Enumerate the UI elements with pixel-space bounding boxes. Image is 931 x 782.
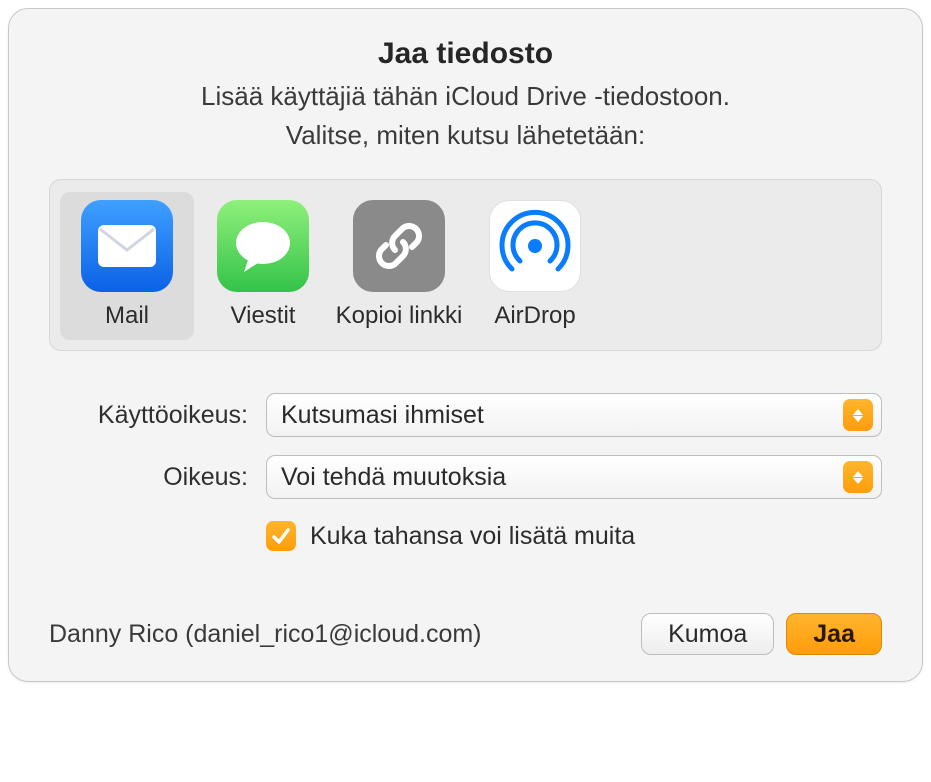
- dropdown-stepper-icon: [843, 399, 873, 431]
- airdrop-icon: [489, 200, 581, 292]
- permission-dropdown-value: Voi tehdä muutoksia: [281, 463, 843, 492]
- dropdown-stepper-icon: [843, 461, 873, 493]
- dialog-subtitle: Lisää käyttäjiä tähän iCloud Drive -tied…: [49, 81, 882, 112]
- checkmark-icon: [271, 526, 291, 546]
- dialog-title: Jaa tiedosto: [49, 37, 882, 71]
- mail-icon: [81, 200, 173, 292]
- share-option-airdrop[interactable]: AirDrop: [468, 192, 602, 340]
- share-option-label: AirDrop: [494, 302, 575, 330]
- share-file-dialog: Jaa tiedosto Lisää käyttäjiä tähän iClou…: [8, 8, 923, 682]
- anyone-can-add-checkbox[interactable]: [266, 521, 296, 551]
- link-icon: [353, 200, 445, 292]
- access-dropdown[interactable]: Kutsumasi ihmiset: [266, 393, 882, 437]
- anyone-can-add-label: Kuka tahansa voi lisätä muita: [310, 522, 635, 551]
- dialog-choose-label: Valitse, miten kutsu lähetetään:: [49, 120, 882, 151]
- share-option-label: Kopioi linkki: [336, 302, 463, 330]
- access-dropdown-value: Kutsumasi ihmiset: [281, 401, 843, 430]
- permission-label: Oikeus:: [49, 463, 266, 492]
- permissions-form: Käyttöoikeus: Kutsumasi ihmiset Oikeus: …: [49, 393, 882, 551]
- share-option-label: Mail: [105, 302, 149, 330]
- share-method-list: Mail Viestit Kopioi linkki: [49, 179, 882, 351]
- cancel-button[interactable]: Kumoa: [641, 613, 774, 655]
- share-option-copy-link[interactable]: Kopioi linkki: [332, 192, 466, 340]
- dialog-footer: Danny Rico (daniel_rico1@icloud.com) Kum…: [49, 613, 882, 655]
- permission-dropdown[interactable]: Voi tehdä muutoksia: [266, 455, 882, 499]
- share-option-label: Viestit: [231, 302, 296, 330]
- current-user-label: Danny Rico (daniel_rico1@icloud.com): [49, 620, 629, 649]
- share-button[interactable]: Jaa: [786, 613, 882, 655]
- share-option-mail[interactable]: Mail: [60, 192, 194, 340]
- access-label: Käyttöoikeus:: [49, 401, 266, 430]
- share-option-messages[interactable]: Viestit: [196, 192, 330, 340]
- messages-icon: [217, 200, 309, 292]
